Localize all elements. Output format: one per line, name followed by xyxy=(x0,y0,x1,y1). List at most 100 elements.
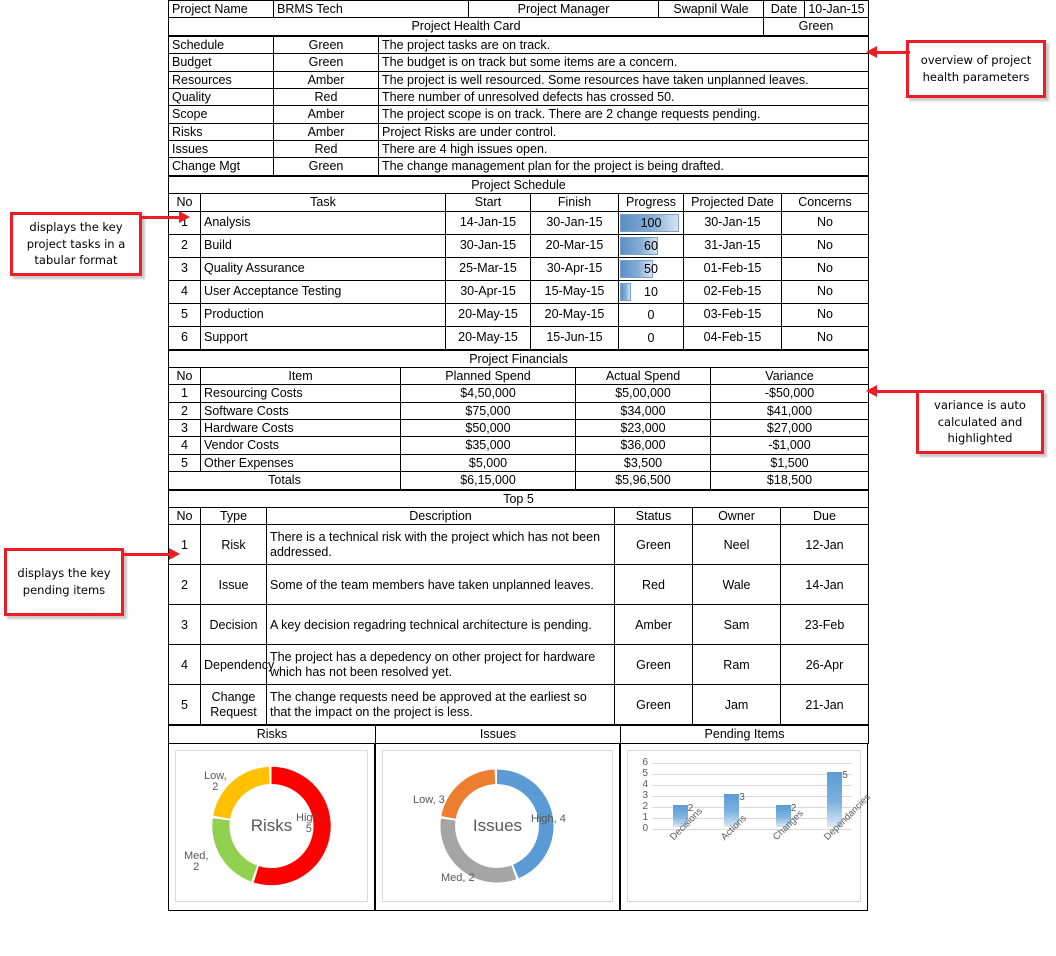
health-parameter-status: Green xyxy=(273,53,379,72)
project-status-dashboard: Project Name BRMS Tech Project Manager S… xyxy=(0,0,1056,956)
health-card-row: Change Mgt Green The change management pla… xyxy=(168,157,869,176)
bar-chart-y-tick: 2 xyxy=(642,800,648,812)
risks-slice-label-low: Low, 2 xyxy=(204,769,227,794)
health-parameter-name: Quality xyxy=(168,87,274,107)
schedule-progress-value: 50 xyxy=(644,261,658,276)
bar-chart-y-tick: 0 xyxy=(642,822,648,834)
top5-description: A key decision regadring technical archi… xyxy=(266,604,615,646)
top5-row: 1 Risk There is a technical risk with the … xyxy=(168,524,869,566)
schedule-task: Production xyxy=(200,302,446,327)
schedule-task: Analysis xyxy=(200,210,446,235)
pending-panel-title: Pending Items xyxy=(620,725,869,744)
risks-donut-chart: Risks High, 5 Low, 2 Med, 2 xyxy=(175,749,368,902)
health-parameter-status: Amber xyxy=(273,122,379,142)
charts-row: Risks High, 5 Low, 2 Med, 2 Issues High, 4 … xyxy=(168,743,873,911)
schedule-row: 3 Quality Assurance 25-Mar-15 30-Apr-15 50 01… xyxy=(168,256,870,281)
schedule-progress-bar: 50 xyxy=(618,256,684,281)
top5-owner: Ram xyxy=(692,644,781,686)
schedule-progress-bar: 0 xyxy=(618,302,684,327)
health-card-row: Budget Green The budget is on track but so… xyxy=(168,53,869,72)
callout-pending-items: displays the key pending items xyxy=(4,548,124,616)
project-manager-value[interactable]: Swapnil Wale xyxy=(658,0,764,19)
financials-actual-spend: $23,000 xyxy=(575,418,711,438)
top5-due: 26-Apr xyxy=(780,644,869,686)
schedule-row: 2 Build 30-Jan-15 20-Mar-15 60 31-Jan-15 No xyxy=(168,233,870,258)
top5-description: The change requests need be approved at … xyxy=(266,684,615,726)
financials-variance: -$50,000 xyxy=(709,384,870,403)
schedule-header-cell: Finish xyxy=(530,193,619,212)
callout-health-parameters: overview of project health parameters xyxy=(906,40,1046,98)
health-parameter-description: Project Risks are under control. xyxy=(378,122,869,142)
financials-actual-spend: $5,00,000 xyxy=(575,384,711,403)
schedule-column-headers: No Task Start Finish Progress Projected Date C… xyxy=(168,193,870,212)
schedule-concerns: No xyxy=(780,210,870,235)
schedule-no: 3 xyxy=(168,256,201,281)
schedule-projected-date: 31-Jan-15 xyxy=(683,233,782,258)
financials-no: 4 xyxy=(168,436,201,455)
schedule-start: 25-Mar-15 xyxy=(445,256,531,281)
project-name-value[interactable]: BRMS Tech xyxy=(273,0,469,19)
top5-type-chip: Dependency xyxy=(200,644,274,686)
schedule-finish: 30-Apr-15 xyxy=(530,256,619,281)
schedule-progress-value: 100 xyxy=(640,215,662,230)
health-card-title-row: Project Health Card Green xyxy=(168,17,869,36)
health-parameter-status: Red xyxy=(273,87,379,107)
financials-planned-spend: $5,000 xyxy=(400,453,576,473)
bar-chart-gridline xyxy=(652,773,852,775)
top5-due: 14-Jan xyxy=(780,564,869,606)
financials-variance: -$1,000 xyxy=(709,436,870,455)
risks-slice-label-high: High, 5 xyxy=(296,811,322,836)
financials-column-headers: No Item Planned Spend Actual Spend Variance xyxy=(168,366,870,386)
schedule-task: Quality Assurance xyxy=(200,256,446,281)
top5-no: 3 xyxy=(168,604,201,646)
health-parameter-name: Risks xyxy=(168,122,274,142)
schedule-progress-bar: 100 xyxy=(618,210,684,235)
financials-row: 3 Hardware Costs $50,000 $23,000 $27,000 xyxy=(168,418,870,438)
health-parameter-name: Resources xyxy=(168,70,274,89)
health-parameter-status: Amber xyxy=(273,70,379,89)
top5-type-chip: Decision xyxy=(200,604,267,646)
top5-owner: Wale xyxy=(692,564,781,606)
health-parameter-description: The project scope is on track. There are… xyxy=(378,105,869,124)
financials-header-cell: Actual Spend xyxy=(575,366,711,386)
bar-chart-y-tick: 3 xyxy=(642,789,648,801)
schedule-task: User Acceptance Testing xyxy=(200,279,446,304)
issues-slice-label-med: Med, 2 xyxy=(441,871,475,884)
financials-totals-planned: $6,15,000 xyxy=(400,471,576,490)
health-parameter-name: Budget xyxy=(168,53,274,72)
top5-no: 2 xyxy=(168,564,201,606)
top5-due: 21-Jan xyxy=(780,684,869,726)
schedule-finish: 20-Mar-15 xyxy=(530,233,619,258)
health-parameter-description: The project is well resourced. Some reso… xyxy=(378,70,869,89)
top5-owner: Jam xyxy=(692,684,781,726)
top5-row: 4 Dependency The project has a depedency o… xyxy=(168,644,869,686)
report-header-table: Project Name BRMS Tech Project Manager S… xyxy=(168,0,869,36)
callout-arrow-pending xyxy=(122,548,180,560)
pending-items-bar-chart: 6 5 4 3 2 1 0 2 Decisions 3 Actions 2 Changes 5 Depend… xyxy=(627,749,873,902)
top5-type-chip: Risk xyxy=(200,524,267,566)
schedule-title: Project Schedule xyxy=(167,175,870,195)
bar-chart-y-tick: 1 xyxy=(642,811,648,823)
financials-header-cell: Variance xyxy=(709,366,870,386)
schedule-task: Support xyxy=(200,325,446,350)
date-value[interactable]: 10-Jan-15 xyxy=(804,0,869,19)
bar-chart-y-tick: 6 xyxy=(642,756,648,768)
financials-totals-variance: $18,500 xyxy=(709,471,870,490)
financials-planned-spend: $75,000 xyxy=(400,401,576,421)
schedule-start: 30-Jan-15 xyxy=(445,233,531,258)
schedule-header-cell: Task xyxy=(200,193,446,212)
date-label: Date xyxy=(763,0,805,19)
financials-row: 5 Other Expenses $5,000 $3,500 $1,500 xyxy=(168,453,870,473)
top5-header-cell: No xyxy=(168,506,201,526)
schedule-projected-date: 30-Jan-15 xyxy=(683,210,782,235)
health-parameter-description: The budget is on track but some items ar… xyxy=(378,53,869,72)
health-parameter-description: The project tasks are on track. xyxy=(378,35,869,55)
financials-planned-spend: $35,000 xyxy=(400,436,576,455)
health-parameter-status: Amber xyxy=(273,105,379,124)
top5-status: Green xyxy=(614,684,693,726)
health-card-table: Schedule Green The project tasks are on tr… xyxy=(168,35,869,176)
schedule-progress-bar: 60 xyxy=(618,233,684,258)
financials-variance: $41,000 xyxy=(709,401,870,421)
health-parameter-description: There are 4 high issues open. xyxy=(378,139,869,159)
schedule-projected-date: 02-Feb-15 xyxy=(683,279,782,304)
